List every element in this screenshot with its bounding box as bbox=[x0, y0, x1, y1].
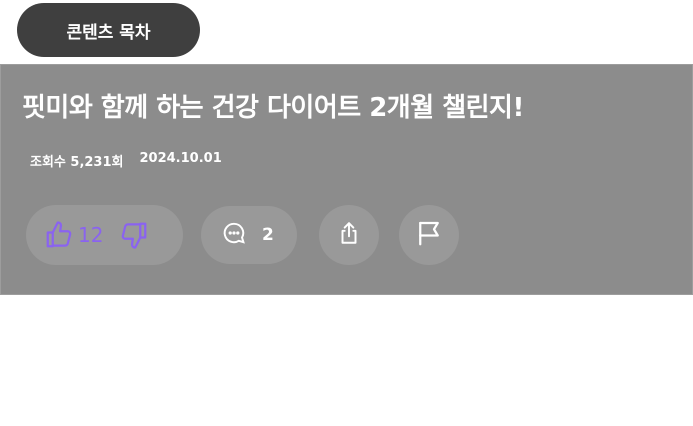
content-toc-button[interactable]: 콘텐츠 목차 bbox=[17, 3, 200, 57]
comment-icon bbox=[221, 220, 247, 250]
post-date: 2024.10.01 bbox=[139, 151, 222, 166]
post-meta: 조회수 5,231회 2024.10.01 bbox=[30, 151, 222, 170]
content-toc-label: 콘텐츠 목차 bbox=[66, 22, 151, 43]
dislike-button[interactable] bbox=[119, 220, 149, 250]
share-button[interactable] bbox=[319, 205, 379, 265]
thumbs-down-icon bbox=[119, 220, 149, 250]
view-count: 조회수 5,231회 bbox=[30, 155, 124, 170]
like-button[interactable]: 12 bbox=[44, 220, 119, 250]
post-header-card: 핏미와 함께 하는 건강 다이어트 2개월 챌린지! 조회수 5,231회 20… bbox=[0, 64, 693, 295]
thumbs-up-icon bbox=[44, 220, 74, 250]
report-button[interactable] bbox=[399, 205, 459, 265]
comment-button[interactable]: 2 bbox=[201, 206, 297, 264]
post-actions: 12 2 bbox=[26, 205, 459, 265]
like-count: 12 bbox=[78, 223, 104, 247]
comment-count: 2 bbox=[262, 225, 274, 245]
share-icon bbox=[336, 220, 362, 250]
post-title: 핏미와 함께 하는 건강 다이어트 2개월 챌린지! bbox=[22, 93, 524, 123]
flag-icon bbox=[414, 218, 444, 252]
vote-group: 12 bbox=[26, 205, 183, 265]
